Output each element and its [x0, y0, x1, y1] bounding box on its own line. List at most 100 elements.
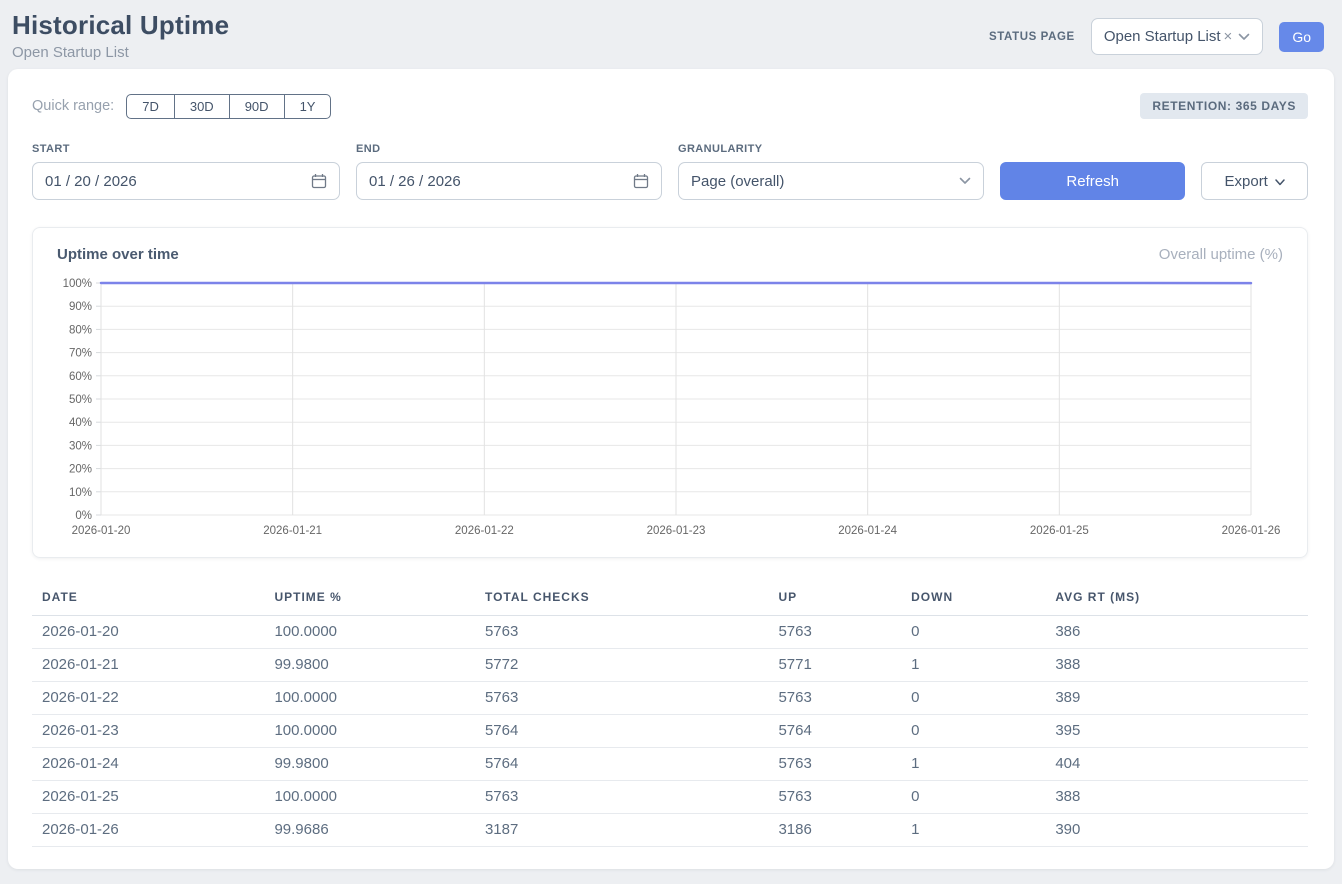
status-page-label: STATUS PAGE	[989, 31, 1075, 43]
table-cell: 2026-01-25	[32, 781, 274, 814]
svg-text:80%: 80%	[69, 324, 92, 336]
start-date-field: START 01 / 20 / 2026	[32, 143, 340, 200]
table-cell: 5763	[778, 682, 911, 715]
svg-text:90%: 90%	[69, 301, 92, 313]
chart-legend-label: Overall uptime (%)	[1159, 246, 1283, 263]
table-cell: 5771	[778, 649, 911, 682]
column-header: DATE	[32, 584, 274, 616]
table-cell: 390	[1055, 814, 1308, 847]
column-header: AVG RT (MS)	[1055, 584, 1308, 616]
chevron-down-icon	[959, 177, 971, 185]
column-header: TOTAL CHECKS	[485, 584, 778, 616]
quick-range-30d-button[interactable]: 30D	[174, 94, 230, 119]
table-cell: 100.0000	[274, 781, 485, 814]
table-cell: 2026-01-21	[32, 649, 274, 682]
svg-text:10%: 10%	[69, 487, 92, 499]
start-date-value: 01 / 20 / 2026	[45, 173, 137, 190]
table-cell: 2026-01-23	[32, 715, 274, 748]
table-cell: 3187	[485, 814, 778, 847]
status-page-selected-value: Open Startup List	[1104, 28, 1221, 45]
svg-text:2026-01-25: 2026-01-25	[1030, 525, 1089, 537]
quick-range-row: Quick range: 7D30D90D1Y RETENTION: 365 D…	[32, 93, 1308, 119]
calendar-icon[interactable]	[633, 173, 649, 189]
start-date-input[interactable]: 01 / 20 / 2026	[32, 162, 340, 200]
svg-text:70%: 70%	[69, 348, 92, 360]
table-row: 2026-01-25100.0000576357630388	[32, 781, 1308, 814]
page-title: Historical Uptime	[12, 10, 229, 41]
table-header-row: DATEUPTIME %TOTAL CHECKSUPDOWNAVG RT (MS…	[32, 584, 1308, 616]
refresh-button[interactable]: Refresh	[1000, 162, 1185, 200]
table-row: 2026-01-2499.9800576457631404	[32, 748, 1308, 781]
svg-text:0%: 0%	[75, 510, 92, 522]
column-header: DOWN	[911, 584, 1055, 616]
table-cell: 2026-01-20	[32, 616, 274, 649]
table-cell: 5763	[485, 682, 778, 715]
svg-text:100%: 100%	[63, 278, 92, 290]
table-row: 2026-01-22100.0000576357630389	[32, 682, 1308, 715]
table-cell: 388	[1055, 781, 1308, 814]
table-cell: 5763	[778, 748, 911, 781]
end-date-input[interactable]: 01 / 26 / 2026	[356, 162, 662, 200]
table-body: 2026-01-20100.00005763576303862026-01-21…	[32, 616, 1308, 847]
table-cell: 0	[911, 616, 1055, 649]
table-cell: 1	[911, 748, 1055, 781]
table-cell: 99.9800	[274, 748, 485, 781]
page-subtitle: Open Startup List	[12, 44, 229, 61]
table-cell: 1	[911, 814, 1055, 847]
chevron-down-icon	[1275, 173, 1285, 190]
table-cell: 3186	[778, 814, 911, 847]
main-card: Quick range: 7D30D90D1Y RETENTION: 365 D…	[8, 69, 1334, 869]
column-header: UPTIME %	[274, 584, 485, 616]
chart-card: Uptime over time Overall uptime (%) 0% 10…	[32, 227, 1308, 558]
table-cell: 2026-01-24	[32, 748, 274, 781]
go-button[interactable]: Go	[1279, 22, 1324, 52]
table-row: 2026-01-20100.0000576357630386	[32, 616, 1308, 649]
export-button-label: Export	[1225, 173, 1268, 190]
quick-range-label: Quick range:	[32, 98, 114, 114]
table-cell: 389	[1055, 682, 1308, 715]
status-page-select[interactable]: Open Startup List ×	[1091, 18, 1264, 55]
table-cell: 1	[911, 649, 1055, 682]
svg-text:50%: 50%	[69, 394, 92, 406]
quick-range-7d-button[interactable]: 7D	[126, 94, 175, 119]
chart-header: Uptime over time Overall uptime (%)	[43, 246, 1297, 273]
table-cell: 5764	[485, 748, 778, 781]
quick-range-90d-button[interactable]: 90D	[229, 94, 285, 119]
uptime-line-chart[interactable]: 0%10%20%30%40%50%60%70%80%90%100%2026-01…	[43, 273, 1297, 545]
svg-text:2026-01-20: 2026-01-20	[72, 525, 131, 537]
svg-text:40%: 40%	[69, 417, 92, 429]
granularity-select[interactable]: Page (overall)	[678, 162, 984, 200]
table-cell: 100.0000	[274, 715, 485, 748]
clear-selection-icon[interactable]: ×	[1224, 29, 1233, 44]
status-page-controls: STATUS PAGE Open Startup List × Go	[989, 18, 1324, 55]
svg-text:2026-01-23: 2026-01-23	[647, 525, 706, 537]
svg-text:2026-01-26: 2026-01-26	[1222, 525, 1281, 537]
table-row: 2026-01-2699.9686318731861390	[32, 814, 1308, 847]
table-cell: 5763	[778, 616, 911, 649]
chevron-down-icon	[1238, 33, 1250, 41]
table-cell: 5764	[778, 715, 911, 748]
table-cell: 5764	[485, 715, 778, 748]
table-cell: 100.0000	[274, 616, 485, 649]
table-cell: 99.9686	[274, 814, 485, 847]
table-cell: 5763	[485, 616, 778, 649]
table-cell: 388	[1055, 649, 1308, 682]
export-button[interactable]: Export	[1201, 162, 1308, 200]
quick-range-1y-button[interactable]: 1Y	[284, 94, 332, 119]
table-cell: 2026-01-22	[32, 682, 274, 715]
chart-title: Uptime over time	[57, 246, 179, 263]
table-cell: 5763	[778, 781, 911, 814]
quick-range-group: 7D30D90D1Y	[126, 94, 331, 119]
granularity-field: GRANULARITY Page (overall)	[678, 143, 984, 200]
table-cell: 5763	[485, 781, 778, 814]
calendar-icon[interactable]	[311, 173, 327, 189]
svg-text:30%: 30%	[69, 440, 92, 452]
table-cell: 99.9800	[274, 649, 485, 682]
granularity-label: GRANULARITY	[678, 143, 984, 155]
filter-controls-row: START 01 / 20 / 2026 END 01 / 26 / 2026 …	[32, 143, 1308, 200]
end-label: END	[356, 143, 662, 155]
table-cell: 386	[1055, 616, 1308, 649]
table-cell: 0	[911, 715, 1055, 748]
table-cell: 5772	[485, 649, 778, 682]
svg-text:2026-01-24: 2026-01-24	[838, 525, 897, 537]
